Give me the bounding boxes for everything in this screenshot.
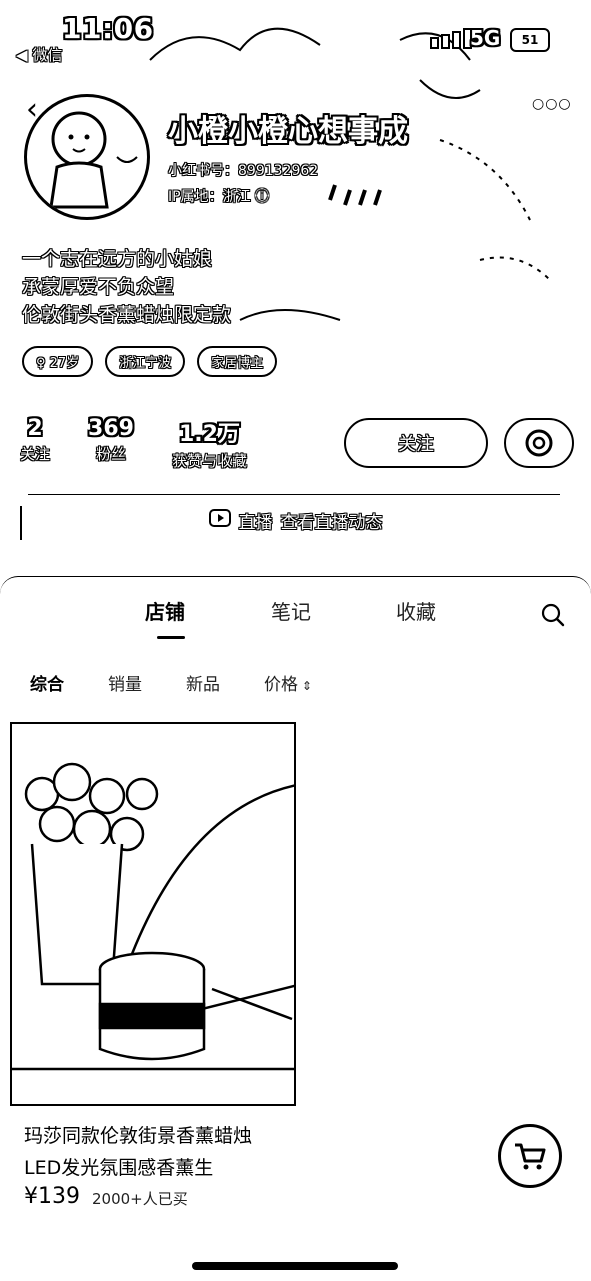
live-text: 查看直播动态	[280, 512, 383, 533]
live-icon	[208, 508, 231, 532]
stat-label: 关注	[20, 445, 51, 463]
stat-value: 1.2万	[178, 422, 240, 447]
avatar-illustration	[49, 111, 138, 209]
stat-followers[interactable]: 369 粉丝	[88, 416, 134, 471]
section-divider	[28, 494, 560, 495]
stat-label: 获赞与收藏	[171, 452, 247, 470]
redid-row[interactable]: 小红书号：899132962	[168, 160, 318, 180]
more-options-icon[interactable]: ○○○	[532, 96, 572, 112]
ip-value: 浙江	[222, 189, 251, 205]
home-indicator[interactable]	[192, 1262, 398, 1270]
ip-label: IP属地：	[168, 189, 223, 205]
stat-label: 粉丝	[95, 445, 126, 463]
filter-overall[interactable]: 综合	[30, 670, 64, 695]
filter-price[interactable]: 价格 ⇕	[264, 670, 312, 695]
candle-photo-illustration	[12, 762, 294, 1071]
live-row[interactable]: 直播 查看直播动态	[0, 500, 591, 540]
live-label: 直播	[238, 512, 273, 533]
redid-value: 899132962	[238, 163, 319, 179]
follow-button[interactable]: 关注	[344, 418, 488, 468]
bio-line: 承蒙厚爱不负众望	[22, 276, 175, 298]
signal-icon	[430, 28, 474, 49]
filter-price-label: 价格	[264, 675, 298, 695]
tab-shop[interactable]: 店铺	[145, 596, 185, 625]
active-tab-indicator	[157, 636, 185, 639]
stat-following[interactable]: 2 关注	[20, 416, 50, 471]
ip-location-row[interactable]: IP属地：浙江 ⓘ	[168, 186, 269, 206]
status-time: 11:06	[62, 12, 154, 45]
tab-notes[interactable]: 笔记	[271, 596, 311, 625]
bio-line: 一个志在远方的小姑娘	[22, 248, 213, 270]
chat-icon	[525, 429, 553, 457]
filter-new[interactable]: 新品	[186, 670, 220, 695]
stat-value: 369	[88, 416, 134, 441]
message-button[interactable]	[504, 418, 574, 468]
product-title[interactable]: 玛莎同款伦敦街景香薰蜡烛LED发光氛围感香薰生	[24, 1120, 284, 1184]
nickname: 小橙小橙心想事成	[168, 114, 408, 149]
cart-icon	[515, 1143, 546, 1170]
profile-tabs: 店铺 笔记 收藏	[0, 596, 591, 640]
profile-stats: 2 关注 369 粉丝 1.2万 获赞与收藏	[20, 416, 247, 471]
search-icon[interactable]	[540, 602, 566, 632]
sort-arrows-icon: ⇕	[298, 679, 312, 693]
redid-label: 小红书号：	[168, 163, 238, 179]
tab-collections[interactable]: 收藏	[396, 596, 436, 625]
profile-tags: ♀ 27岁 浙江宁波 家居博主	[22, 346, 278, 377]
sort-filters: 综合 销量 新品 价格 ⇕	[30, 670, 312, 695]
tag-category: 家居博主	[197, 346, 278, 377]
avatar[interactable]	[24, 94, 150, 220]
stat-value: 2	[27, 416, 43, 441]
back-app-label: 微信	[32, 46, 63, 64]
tag-location: 浙江宁波	[105, 346, 186, 377]
tag-age: ♀ 27岁	[22, 346, 94, 377]
product-sold-count: 2000+人已买	[92, 1190, 188, 1208]
product-price: ¥139	[24, 1184, 80, 1209]
filter-sales[interactable]: 销量	[108, 670, 142, 695]
battery-indicator: 51	[510, 28, 550, 52]
stat-likes-collects[interactable]: 1.2万 获赞与收藏	[172, 416, 247, 471]
add-to-cart-button[interactable]	[498, 1124, 562, 1188]
back-to-app-button[interactable]: ◀ 微信	[16, 44, 62, 65]
network-type: 5G	[470, 26, 501, 50]
info-icon[interactable]: ⓘ	[255, 189, 269, 205]
bio-line: 伦敦街头香薰蜡烛限定款	[22, 304, 232, 326]
product-image[interactable]	[10, 722, 296, 1106]
